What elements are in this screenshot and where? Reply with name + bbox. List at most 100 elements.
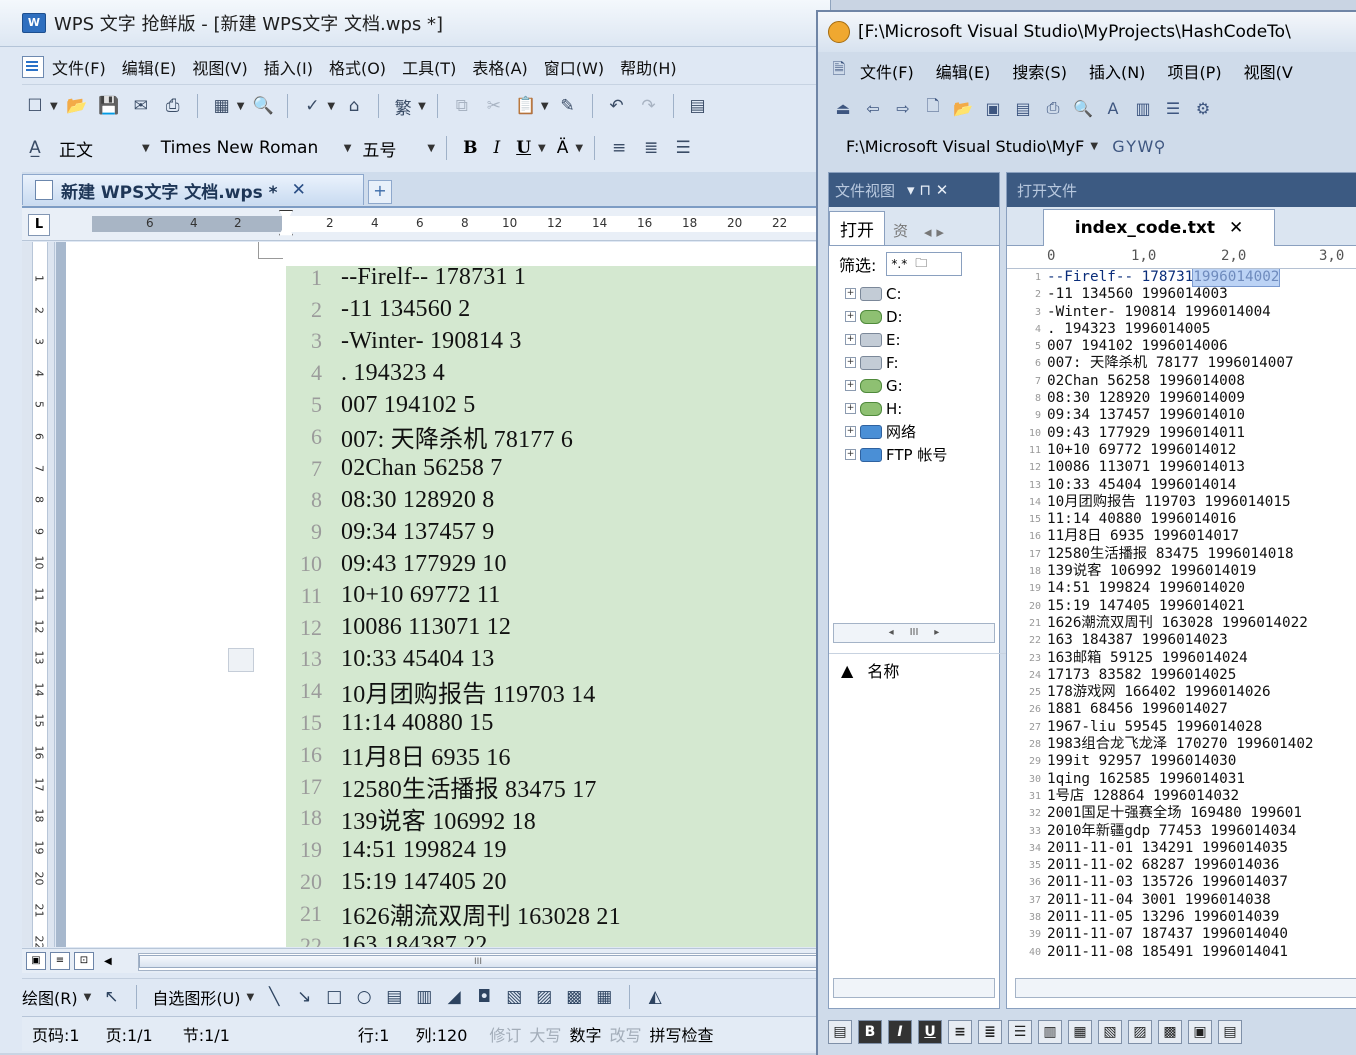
tree-item-ftp[interactable]: + FTP 帐号 (845, 443, 999, 466)
tree-item-e[interactable]: + E: (845, 328, 999, 351)
menu-view[interactable]: 视图(V) (192, 55, 247, 79)
document-line[interactable]: 7 02Chan 56258 7 (286, 453, 822, 485)
code-line[interactable]: 34 2011-11-01 134291 1996014035 (1007, 840, 1356, 857)
code-line[interactable]: 33 2010年新疆gdp 77453 1996014034 (1007, 823, 1356, 840)
table-icon[interactable]: ▤ (685, 93, 711, 119)
align-right-icon[interactable]: ☰ (1008, 1020, 1032, 1044)
file-list-horizontal-scrollbar[interactable] (833, 978, 995, 998)
anchor-icon[interactable]: ▣ (1188, 1020, 1212, 1044)
expand-icon[interactable]: + (845, 426, 856, 437)
menu-table[interactable]: 表格(A) (472, 55, 527, 79)
format-painter-icon[interactable]: ✎ (555, 93, 581, 119)
textbox-icon[interactable]: ▤ (384, 987, 404, 1007)
code-line[interactable]: 30 1qing 162585 1996014031 (1007, 771, 1356, 788)
code-line[interactable]: 37 2011-11-04 3001 1996014038 (1007, 892, 1356, 909)
document-line[interactable]: 17 12580生活播报 83475 17 (286, 771, 822, 804)
autoshape-menu-button[interactable]: 自选图形(U) (152, 985, 240, 1009)
code-line[interactable]: 24 17173 83582 1996014025 (1007, 667, 1356, 684)
code-line[interactable]: 31 1号店 128864 1996014032 (1007, 788, 1356, 805)
chevron-down-icon[interactable]: ▼ (327, 101, 335, 112)
document-page[interactable]: 1 --Firelf-- 178731 1 2 -11 134560 2 3 -Winte… (66, 242, 822, 947)
properties-icon[interactable]: ▥ (1132, 97, 1154, 119)
code-line[interactable]: 23 163邮箱 59125 1996014024 (1007, 650, 1356, 667)
document-line[interactable]: 2 -11 134560 2 (286, 294, 822, 326)
code-line[interactable]: 6 007: 天降杀机 78177 1996014007 (1007, 355, 1356, 372)
selected-text[interactable]: 1996014002 (1192, 267, 1281, 288)
undo-icon[interactable]: ↶ (604, 93, 630, 119)
code-line[interactable]: 11 10+10 69772 1996014012 (1007, 442, 1356, 459)
font-size-select[interactable]: 五号 (357, 135, 425, 161)
bold-button[interactable]: B (458, 135, 482, 161)
format-icon[interactable]: ▤ (828, 1020, 852, 1044)
style-select[interactable]: 正文 (54, 135, 140, 161)
yahoo-icon[interactable]: Y (1125, 135, 1138, 157)
code-line[interactable]: 40 2011-11-08 185491 1996014041 (1007, 944, 1356, 961)
folder-icon[interactable]: 🗀 (915, 254, 927, 275)
chevron-down-icon[interactable]: ▼ (1090, 141, 1098, 152)
web-search-icon[interactable]: ⚲ (1153, 135, 1166, 157)
document-line[interactable]: 10 09:43 177929 10 (286, 548, 822, 580)
close-icon[interactable]: ✕ (1229, 218, 1243, 238)
insert-file-icon[interactable]: ▩ (564, 987, 584, 1007)
expand-icon[interactable]: + (845, 403, 856, 414)
expand-icon[interactable]: + (845, 380, 856, 391)
picture-icon[interactable]: ▨ (534, 987, 554, 1007)
code-line[interactable]: 17 12580生活播报 83475 1996014018 (1007, 546, 1356, 563)
status-num[interactable]: 数字 (569, 1022, 601, 1046)
ellipse-icon[interactable]: ○ (354, 987, 374, 1007)
align-right-icon[interactable]: ☰ (670, 135, 696, 161)
menu-insert[interactable]: 插入(I) (264, 55, 313, 79)
document-line[interactable]: 20 15:19 147405 20 (286, 866, 822, 898)
web-view-icon[interactable]: ⊡ (74, 952, 94, 970)
menu-help[interactable]: 帮助(H) (620, 55, 677, 79)
settings-icon[interactable]: ⚙ (1192, 97, 1214, 119)
vs-menu-search[interactable]: 搜索(S) (1012, 59, 1067, 83)
table-icon[interactable]: ▧ (1098, 1020, 1122, 1044)
forward-icon[interactable]: ⇨ (892, 97, 914, 119)
save-all-icon[interactable]: ▤ (1012, 97, 1034, 119)
code-line[interactable]: 32 2001国足十强赛全场 169480 199601 (1007, 805, 1356, 822)
path-combobox[interactable]: F:\Microsoft Visual Studio\MyF ▼ G Y W ⚲ (846, 132, 1166, 160)
list-icon[interactable]: ▥ (1038, 1020, 1062, 1044)
italic-button[interactable]: I (888, 1020, 912, 1044)
chevron-down-icon[interactable]: ▼ (237, 101, 245, 112)
document-line[interactable]: 14 10月团购报告 119703 14 (286, 675, 822, 708)
clipart-icon[interactable]: ▧ (504, 987, 524, 1007)
document-canvas[interactable]: 1 --Firelf-- 178731 1 2 -11 134560 2 3 -Winte… (56, 242, 822, 947)
redo-icon[interactable]: ↷ (636, 93, 662, 119)
document-line[interactable]: 12 10086 113071 12 (286, 612, 822, 644)
code-line[interactable]: 14 10月团购报告 119703 1996014015 (1007, 494, 1356, 511)
rectangle-icon[interactable]: □ (324, 987, 344, 1007)
underline-button[interactable]: U (918, 1020, 942, 1044)
code-line[interactable]: 1 --Firelf-- 178731 1996014002 (1007, 267, 1356, 288)
line-icon[interactable]: ╲ (264, 987, 284, 1007)
format-brush-icon[interactable]: ⌂ (341, 93, 367, 119)
document-line[interactable]: 4 . 194323 4 (286, 357, 822, 389)
print-icon[interactable]: ⎙ (1042, 97, 1064, 119)
code-line[interactable]: 22 163 184387 1996014023 (1007, 632, 1356, 649)
chevron-down-icon[interactable]: ▼ (538, 143, 546, 154)
tree-horizontal-scrollbar[interactable]: ◂ III ▸ (833, 623, 995, 643)
vs-menu-project[interactable]: 项目(P) (1167, 59, 1221, 83)
code-line[interactable]: 13 10:33 45404 1996014014 (1007, 477, 1356, 494)
document-line[interactable]: 8 08:30 128920 8 (286, 485, 822, 517)
chevron-down-icon[interactable]: ▼ (247, 992, 255, 1003)
align-left-icon[interactable]: ≡ (948, 1020, 972, 1044)
vs-menu-insert[interactable]: 插入(N) (1089, 59, 1145, 83)
document-line[interactable]: 11 10+10 69772 11 (286, 580, 822, 612)
code-line[interactable]: 7 02Chan 56258 1996014008 (1007, 373, 1356, 390)
pane-controls-icon[interactable]: ▾ ⊓ ✕ (907, 181, 948, 199)
cut-icon[interactable]: ✂ (481, 93, 507, 119)
status-spell-check[interactable]: 拼写检查 (649, 1022, 713, 1046)
arrow-icon[interactable]: ↘ (294, 987, 314, 1007)
outline-view-icon[interactable]: ≡ (50, 952, 70, 970)
align-left-icon[interactable]: ≡ (606, 135, 632, 161)
code-editor[interactable]: 1 --Firelf-- 178731 1996014002 2 -11 134560… (1007, 267, 1356, 961)
font-icon[interactable]: A (1102, 97, 1124, 119)
tab-stop-selector[interactable]: L (28, 214, 50, 236)
code-line[interactable]: 15 11:14 40880 1996014016 (1007, 511, 1356, 528)
scrollbar-thumb[interactable]: III (139, 955, 817, 968)
document-line[interactable]: 22 163 184387 22 (286, 930, 822, 947)
document-line[interactable]: 13 10:33 45404 13 (286, 644, 822, 676)
chevron-down-icon[interactable]: ▼ (427, 143, 435, 154)
